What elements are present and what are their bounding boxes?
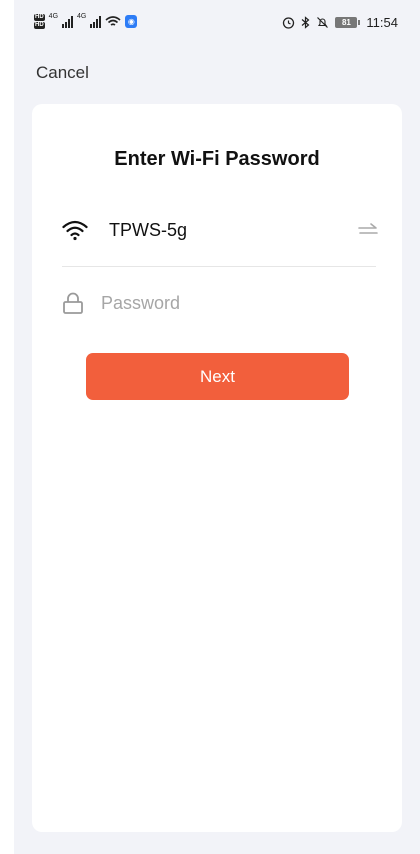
hd-badge: HD xyxy=(34,14,45,21)
password-row xyxy=(62,288,376,318)
battery-icon: 81 xyxy=(335,17,361,28)
shield-icon: ◉ xyxy=(125,15,138,28)
cancel-button[interactable]: Cancel xyxy=(36,63,89,83)
screen: HD HD 4G 4G ◉ 81 11:54 Cancel Enter Wi-F… xyxy=(0,0,420,854)
password-input[interactable] xyxy=(101,292,351,314)
network-type: 4G xyxy=(48,13,59,20)
next-button[interactable]: Next xyxy=(86,353,349,400)
bluetooth-icon xyxy=(302,16,310,29)
status-right: 81 11:54 xyxy=(282,15,398,30)
wifi-password-card: Enter Wi-Fi Password TPWS-5g Next xyxy=(32,104,402,832)
lock-icon xyxy=(63,292,83,314)
signal-icon xyxy=(62,15,74,28)
alarm-icon xyxy=(283,17,295,29)
wifi-status-icon xyxy=(105,15,121,26)
clock: 11:54 xyxy=(366,15,398,30)
status-left: HD HD 4G 4G ◉ xyxy=(34,13,138,29)
wifi-network-name: TPWS-5g xyxy=(109,219,188,240)
divider xyxy=(62,266,376,267)
wifi-icon xyxy=(62,220,88,241)
network-type: 4G xyxy=(77,13,87,20)
hd-badge: HD xyxy=(34,22,45,29)
wifi-network-row[interactable]: TPWS-5g xyxy=(62,210,378,250)
battery-level: 81 xyxy=(335,17,358,28)
page-title: Enter Wi-Fi Password xyxy=(114,148,320,170)
signal-icon xyxy=(90,15,102,28)
swap-icon[interactable] xyxy=(358,222,378,238)
status-bar: HD HD 4G 4G ◉ 81 11:54 xyxy=(14,0,420,50)
mute-icon xyxy=(317,17,329,28)
